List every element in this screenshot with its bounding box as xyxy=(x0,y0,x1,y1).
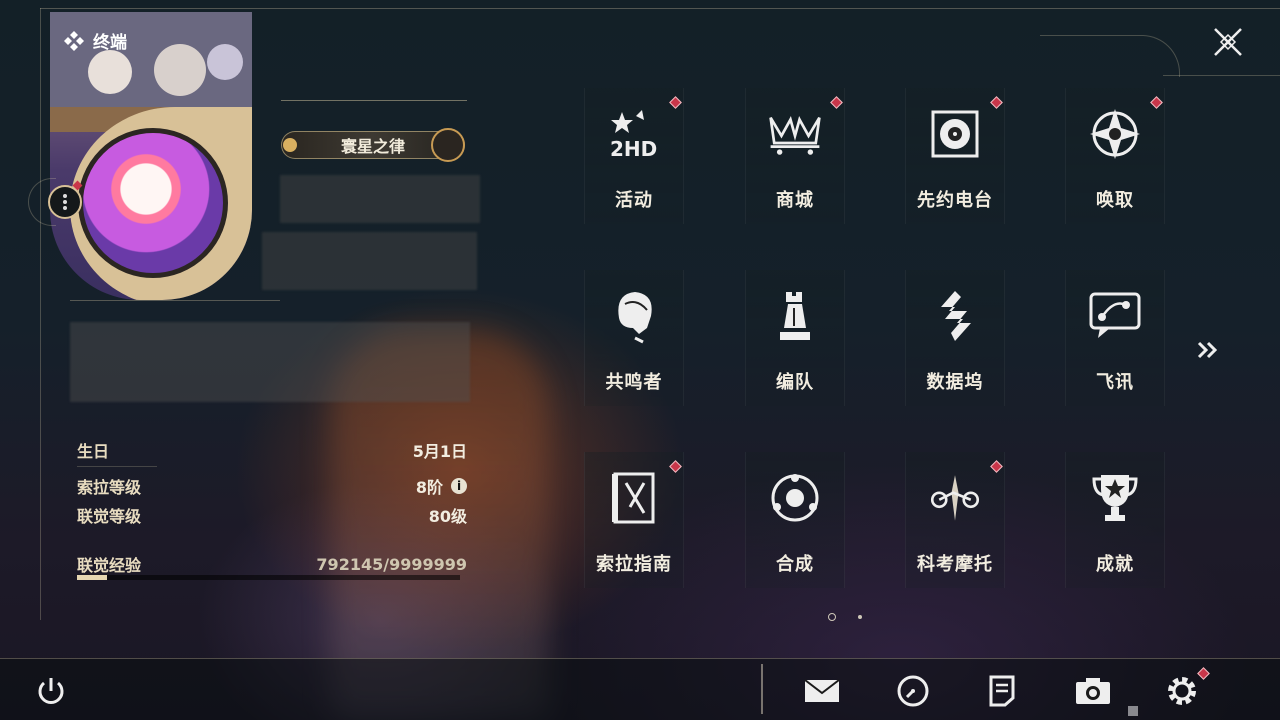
stat-label: 联觉等级 xyxy=(77,507,142,526)
double-chevron-right-icon xyxy=(1197,341,1218,359)
stat-label: 索拉等级 xyxy=(77,478,142,497)
menu-item[interactable]: 编队 xyxy=(745,270,845,406)
menu-item[interactable]: 唤取 xyxy=(1065,88,1165,224)
stat-value: 5月1日 xyxy=(412,442,467,461)
stat-separator xyxy=(77,466,157,467)
stat-union-level: 联觉等级 80级 xyxy=(77,503,467,527)
player-name-redacted xyxy=(280,175,480,223)
menu-item-label: 数据坞 xyxy=(926,372,984,393)
data-bank-icon xyxy=(927,288,983,344)
player-uid-redacted xyxy=(262,232,477,290)
shop-crown-icon xyxy=(767,106,823,162)
menu-item[interactable]: 商城 xyxy=(745,88,845,224)
menu-item[interactable]: 合成 xyxy=(745,452,845,588)
xp-progress-fill xyxy=(77,575,108,580)
notes-button[interactable] xyxy=(982,672,1022,710)
menu-item-label: 科考摩托 xyxy=(917,554,993,575)
page-dot-active[interactable] xyxy=(828,613,836,621)
info-icon[interactable]: i xyxy=(451,478,467,494)
resonator-portrait-icon xyxy=(606,288,662,344)
menu-item-label: 成就 xyxy=(1096,554,1134,575)
camera-icon xyxy=(1076,678,1110,704)
event-2hd-icon: 2HD xyxy=(606,106,662,162)
menu-item[interactable]: 数据坞 xyxy=(905,270,1005,406)
stat-label: 生日 xyxy=(77,442,110,461)
notes-icon xyxy=(989,675,1015,707)
more-options-button[interactable] xyxy=(48,185,82,219)
menu-item-label: 共鸣者 xyxy=(605,372,663,393)
menu-item-label: 索拉指南 xyxy=(596,554,672,575)
menu-item-label: 飞讯 xyxy=(1096,372,1134,393)
chess-team-icon xyxy=(767,288,823,344)
xp-progress-bar xyxy=(77,575,460,580)
avatar[interactable] xyxy=(78,128,228,278)
camera-button[interactable] xyxy=(1073,672,1113,710)
menu-item-label: 商城 xyxy=(776,190,814,211)
power-icon xyxy=(38,678,64,704)
menu-item[interactable]: 先约电台 xyxy=(905,88,1005,224)
menu-item-label: 唤取 xyxy=(1096,190,1134,211)
mail-icon xyxy=(804,679,840,702)
terminal-title: 终端 xyxy=(93,33,127,53)
page-indicator xyxy=(828,613,862,621)
stat-value: 80级 xyxy=(428,507,467,526)
xp-label: 联觉经验 xyxy=(77,556,142,575)
corner-mark xyxy=(1128,706,1138,716)
trophy-icon xyxy=(1087,470,1143,526)
stat-value: 8阶 xyxy=(415,478,443,497)
clock-icon xyxy=(897,675,929,707)
xp-value: 792145/9999999 xyxy=(316,554,467,574)
more-vertical-icon xyxy=(63,194,67,210)
motorbike-icon xyxy=(927,470,983,526)
frame-left-line xyxy=(40,8,41,620)
menu-item-label: 活动 xyxy=(615,190,653,211)
guide-book-icon xyxy=(606,470,662,526)
settings-gear-icon xyxy=(1168,677,1196,705)
menu-item[interactable]: 索拉指南 xyxy=(584,452,684,588)
stat-value-row: 8阶 i xyxy=(416,474,467,498)
synthesis-orb-icon xyxy=(767,470,823,526)
menu-item[interactable]: 共鸣者 xyxy=(584,270,684,406)
power-button[interactable] xyxy=(31,672,71,710)
stat-sola-level: 索拉等级 8阶 i xyxy=(77,474,467,498)
frame-top-line xyxy=(40,8,1280,9)
menu-item[interactable]: 2HD 活动 xyxy=(584,88,684,224)
frame-right-line xyxy=(1163,75,1280,76)
stat-union-xp: 联觉经验 792145/9999999 xyxy=(77,552,467,576)
menu-item-label: 编队 xyxy=(776,372,814,393)
stat-birthday: 生日 5月1日 xyxy=(77,438,467,462)
menu-item-label: 先约电台 xyxy=(917,190,993,211)
clock-button[interactable] xyxy=(893,672,933,710)
menu-item-label: 合成 xyxy=(776,554,814,575)
next-page-button[interactable] xyxy=(1194,338,1222,362)
menu-item[interactable]: 成就 xyxy=(1065,452,1165,588)
mail-button[interactable] xyxy=(802,672,842,710)
chat-message-icon xyxy=(1087,288,1143,344)
signature-redacted xyxy=(70,322,470,402)
profile-divider xyxy=(70,300,280,301)
settings-button[interactable] xyxy=(1162,672,1202,710)
terminal-icon xyxy=(64,30,84,51)
menu-item[interactable]: 科考摩托 xyxy=(905,452,1005,588)
summon-compass-icon xyxy=(1087,106,1143,162)
bottom-separator xyxy=(761,664,763,714)
frame-right-curve xyxy=(1040,35,1180,77)
close-icon xyxy=(1214,28,1242,56)
badge-sun-icon xyxy=(283,138,297,152)
radio-icon xyxy=(927,106,983,162)
title-divider xyxy=(281,100,467,101)
svg-text:2HD: 2HD xyxy=(610,137,657,161)
page-dot[interactable] xyxy=(858,615,862,619)
menu-item[interactable]: 飞讯 xyxy=(1065,270,1165,406)
title-badge-label: 寰星之律 xyxy=(340,137,405,156)
close-button[interactable] xyxy=(1206,22,1250,62)
terminal-label: 终端 xyxy=(63,28,127,53)
badge-emblem-icon xyxy=(431,128,465,162)
